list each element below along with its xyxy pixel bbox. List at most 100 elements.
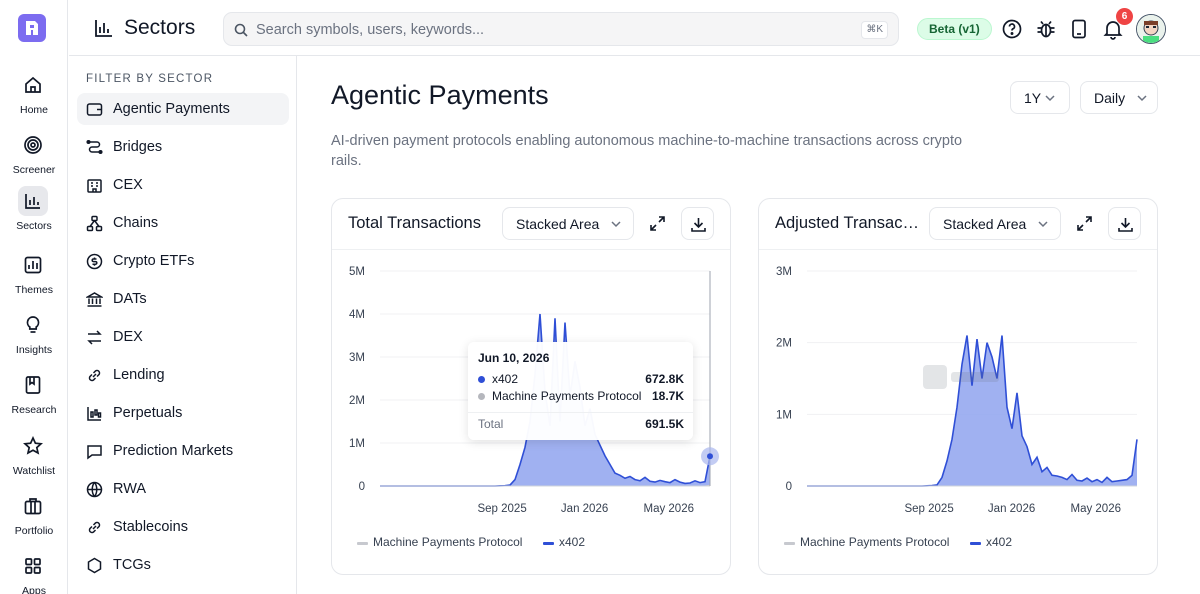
- expand-icon: [1077, 216, 1092, 231]
- x-tick-label: Jan 2026: [561, 503, 608, 515]
- chart-card-header: Adjusted Transactions Stacked Area: [759, 199, 1157, 250]
- legend-label: x402: [559, 535, 586, 549]
- sector-label: CEX: [113, 177, 143, 193]
- legend-swatch: [970, 542, 981, 545]
- sector-title: Agentic Payments: [331, 80, 549, 110]
- search-icon: [234, 23, 248, 37]
- sector-item-agentic-payments[interactable]: Agentic Payments: [77, 93, 289, 125]
- bug-icon[interactable]: [1034, 17, 1058, 41]
- chevron-down-icon: [1137, 95, 1147, 102]
- rail-item-watchlist[interactable]: Watchlist: [0, 431, 68, 487]
- rail-label: Watchlist: [12, 465, 56, 477]
- rail-label: Sectors: [16, 220, 52, 232]
- sector-item-dats[interactable]: DATs: [77, 283, 289, 315]
- sector-label: Bridges: [113, 139, 163, 155]
- chart-type-value: Stacked Area: [516, 216, 600, 232]
- sector-item-bridges[interactable]: Bridges: [77, 131, 289, 163]
- sector-label: DEX: [113, 329, 143, 345]
- candlestick-icon: [87, 407, 102, 421]
- sector-item-tcgs[interactable]: TCGs: [77, 549, 289, 581]
- sector-item-rwa[interactable]: RWA: [77, 473, 289, 505]
- sector-label: RWA: [113, 481, 147, 497]
- sector-item-prediction-markets[interactable]: Prediction Markets: [77, 435, 289, 467]
- briefcase-icon: [18, 491, 48, 521]
- home-icon: [18, 70, 48, 100]
- chart-tooltip: Jun 10, 2026 x402 672.8K Machine Payment…: [468, 342, 693, 440]
- chevron-down-icon: [611, 221, 621, 228]
- x-tick-label: Jan 2026: [988, 503, 1035, 515]
- rail-label: Insights: [15, 344, 53, 356]
- tooltip-series-value: 18.7K: [651, 389, 684, 403]
- adjusted-transactions-chart[interactable]: 3M 2M 1M 0 Sep 2025 Jan 2026 May 2026: [759, 250, 1157, 530]
- expand-button[interactable]: [641, 207, 674, 240]
- sector-item-lending[interactable]: Lending: [77, 359, 289, 391]
- tooltip-total-value: 691.5K: [645, 417, 684, 431]
- rail-label: Portfolio: [14, 525, 54, 537]
- legend-swatch: [543, 542, 554, 545]
- search-bar[interactable]: ⌘K: [223, 12, 899, 46]
- nav-rail: Home Screener Sectors Themes Insights Re…: [0, 0, 68, 594]
- network-nodes-icon: [86, 215, 103, 232]
- beta-badge[interactable]: Beta (v1): [917, 18, 992, 40]
- sector-label: Stablecoins: [113, 519, 188, 535]
- range-value: 1Y: [1024, 90, 1042, 106]
- sector-label: Prediction Markets: [113, 443, 234, 459]
- download-icon: [691, 218, 706, 232]
- rail-item-sectors[interactable]: Sectors: [0, 186, 68, 242]
- search-input[interactable]: [256, 19, 816, 41]
- rail-item-insights[interactable]: Insights: [0, 310, 68, 366]
- bar-chart-icon: [18, 186, 48, 216]
- hover-marker: [707, 453, 713, 460]
- chart-type-select[interactable]: Stacked Area: [929, 207, 1061, 240]
- sector-filter-panel: FILTER BY SECTOR Agentic Payments Bridge…: [69, 56, 297, 594]
- coins-link-icon: [88, 521, 101, 534]
- sector-label: Chains: [113, 215, 159, 231]
- rail-item-home[interactable]: Home: [0, 70, 68, 126]
- interval-select[interactable]: Daily: [1080, 81, 1158, 114]
- expand-icon: [650, 216, 665, 231]
- legend-label: Machine Payments Protocol: [373, 535, 523, 549]
- range-select[interactable]: 1Y: [1010, 81, 1070, 114]
- rail-label: Home: [19, 104, 48, 116]
- download-button[interactable]: [681, 207, 714, 240]
- avatar[interactable]: [1136, 14, 1166, 44]
- x-tick-label: May 2026: [1070, 503, 1121, 515]
- tooltip-series-value: 672.8K: [645, 372, 684, 386]
- sector-item-perpetuals[interactable]: Perpetuals: [77, 397, 289, 429]
- sector-item-stablecoins[interactable]: Stablecoins: [77, 511, 289, 543]
- wallet-icon: [86, 103, 103, 116]
- legend-swatch: [357, 542, 368, 545]
- legend-label: x402: [986, 535, 1013, 549]
- rail-item-apps[interactable]: Apps: [0, 551, 68, 594]
- rail-label: Screener: [12, 164, 56, 176]
- tooltip-series-name: Machine Payments Protocol: [492, 389, 642, 403]
- expand-button[interactable]: [1068, 207, 1101, 240]
- rail-item-screener[interactable]: Screener: [0, 130, 68, 186]
- interval-value: Daily: [1094, 90, 1126, 106]
- sector-item-cex[interactable]: CEX: [77, 169, 289, 201]
- sector-label: Perpetuals: [113, 405, 183, 421]
- tablet-icon[interactable]: [1067, 17, 1091, 41]
- sector-item-dex[interactable]: DEX: [77, 321, 289, 353]
- sector-item-chains[interactable]: Chains: [77, 207, 289, 239]
- app-logo-icon[interactable]: [18, 14, 46, 42]
- filter-heading: FILTER BY SECTOR: [86, 73, 214, 85]
- rail-item-themes[interactable]: Themes: [0, 250, 68, 306]
- y-tick-label: 3M: [776, 266, 792, 278]
- help-icon[interactable]: [1000, 17, 1024, 41]
- rail-label: Research: [11, 404, 57, 416]
- y-tick-label: 1M: [776, 409, 792, 421]
- link-icon: [88, 369, 101, 382]
- y-tick-label: 4M: [349, 309, 365, 321]
- rail-item-portfolio[interactable]: Portfolio: [0, 491, 68, 547]
- book-icon: [18, 370, 48, 400]
- tooltip-dot: [478, 393, 485, 400]
- chart-type-select[interactable]: Stacked Area: [502, 207, 634, 240]
- rail-item-research[interactable]: Research: [0, 370, 68, 426]
- download-button[interactable]: [1108, 207, 1141, 240]
- x-tick-label: Sep 2025: [904, 503, 953, 515]
- y-tick-label: 0: [359, 481, 365, 493]
- sector-label: Lending: [113, 367, 165, 383]
- swap-arrows-icon: [87, 330, 102, 345]
- sector-item-crypto-etfs[interactable]: Crypto ETFs: [77, 245, 289, 277]
